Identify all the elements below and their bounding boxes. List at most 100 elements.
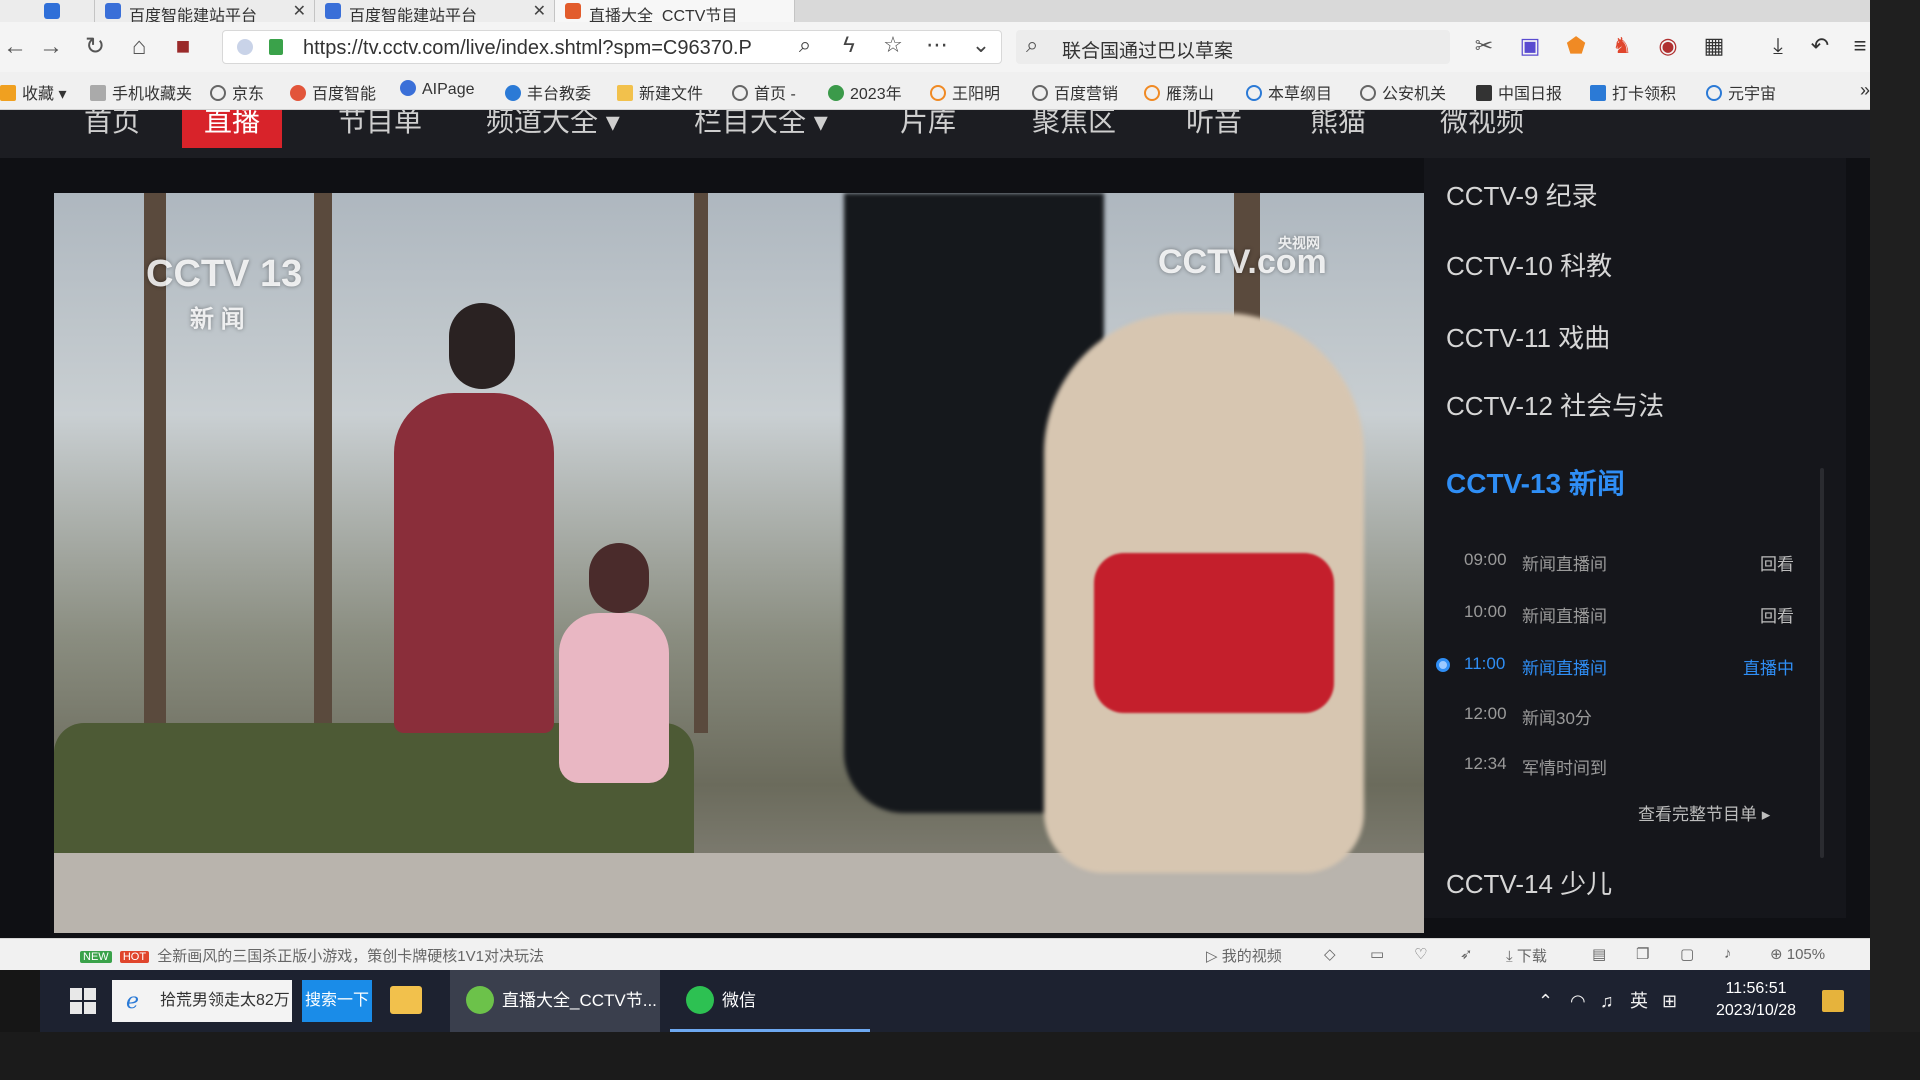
bookmark-item[interactable]: 中国日报 bbox=[1476, 80, 1562, 104]
apps-grid-icon[interactable]: ▦ bbox=[1700, 32, 1728, 60]
scissors-icon[interactable]: ✂ bbox=[1470, 32, 1498, 60]
ime-indicator[interactable]: 英 bbox=[1630, 970, 1648, 1032]
books-icon bbox=[828, 85, 844, 101]
chevron-down-icon[interactable]: ⌄ bbox=[966, 30, 996, 60]
nav-item[interactable]: 微视频 bbox=[1440, 110, 1524, 140]
home-icon[interactable]: ⌂ bbox=[124, 32, 154, 62]
bookmark-item[interactable]: 手机收藏夹 bbox=[90, 80, 192, 104]
taskbar-clock[interactable]: 11:56:51 2023/10/28 bbox=[1706, 978, 1806, 1022]
bookmark-item[interactable]: 首页 - bbox=[732, 80, 796, 104]
shield-icon[interactable]: ◇ bbox=[1324, 945, 1336, 963]
nav-item[interactable]: 片库 bbox=[900, 110, 956, 140]
close-icon[interactable]: ✕ bbox=[533, 1, 546, 21]
bookmark-item[interactable]: 本草纲目 bbox=[1246, 80, 1332, 104]
game-extension-icon[interactable]: ♞ bbox=[1608, 32, 1636, 60]
bookmark-item[interactable]: 新建文件 bbox=[617, 80, 703, 104]
channel-item[interactable]: CCTV-11 戏曲 bbox=[1446, 318, 1610, 355]
video-player[interactable]: CCTV 13 新 闻 CCTV.com 央视网 bbox=[54, 193, 1424, 933]
nav-item[interactable]: 节目单 bbox=[338, 110, 422, 140]
taskbar-search-field[interactable]: ℯ 拾荒男领走太82万 bbox=[112, 980, 292, 1022]
heart-icon[interactable]: ♡ bbox=[1414, 945, 1427, 963]
bookmark-item[interactable]: 丰台教委 bbox=[505, 80, 591, 104]
bookmark-item[interactable]: 雁荡山 bbox=[1144, 80, 1214, 104]
star-icon[interactable]: ☆ bbox=[878, 30, 908, 60]
schedule-scrollbar[interactable] bbox=[1820, 468, 1824, 858]
bookmark-item[interactable]: AIPage bbox=[400, 80, 474, 99]
news-text: 全新画风的三国杀正版小游戏，策创卡牌硬核1V1对决玩法 bbox=[157, 948, 544, 965]
bolt-icon[interactable]: ϟ bbox=[834, 30, 864, 60]
nav-item[interactable]: 栏目大全 ▾ bbox=[694, 110, 828, 140]
window-icon[interactable]: ▢ bbox=[1680, 945, 1694, 963]
notification-icon[interactable] bbox=[1822, 990, 1844, 1012]
schedule-row[interactable]: 12:00 新闻30分 bbox=[1464, 704, 1794, 734]
translate-extension-icon[interactable]: ▣ bbox=[1516, 32, 1544, 60]
more-icon[interactable]: ⋯ bbox=[922, 30, 952, 60]
schedule-row[interactable]: 10:00 新闻直播间 回看 bbox=[1464, 602, 1794, 632]
tab-favicon-icon bbox=[565, 3, 581, 19]
zoom-icon[interactable]: ⌕ bbox=[790, 30, 820, 60]
keyboard-icon[interactable]: ⊞ bbox=[1662, 970, 1677, 1032]
file-explorer-icon[interactable] bbox=[390, 986, 422, 1014]
copy-icon[interactable]: ❐ bbox=[1636, 945, 1649, 963]
tab-2[interactable]: 百度智能建站平台 ✕ bbox=[315, 0, 555, 22]
full-schedule-link[interactable]: 查看完整节目单 ▸ bbox=[1638, 800, 1770, 825]
wifi-icon[interactable]: ◠ bbox=[1570, 970, 1586, 1032]
bookmark-item[interactable]: 百度智能 bbox=[290, 80, 376, 104]
bookmark-item[interactable]: 王阳明 bbox=[930, 80, 1000, 104]
download-icon[interactable]: ⤓ bbox=[1764, 32, 1792, 60]
replay-link[interactable]: 回看 bbox=[1760, 550, 1794, 575]
reload-icon[interactable]: ↻ bbox=[80, 32, 110, 62]
star-icon bbox=[0, 85, 16, 101]
bag-extension-icon[interactable]: ◉ bbox=[1654, 32, 1682, 60]
download-status-button[interactable]: ⤓ 下载 bbox=[1506, 945, 1547, 966]
bookmark-item[interactable]: 百度营销 bbox=[1032, 80, 1118, 104]
printer-icon[interactable]: ▤ bbox=[1592, 945, 1606, 963]
schedule-row-live[interactable]: 11:00 新闻直播间 直播中 bbox=[1464, 654, 1794, 684]
replay-link[interactable]: 回看 bbox=[1760, 602, 1794, 627]
browser-app-icon-area[interactable] bbox=[0, 0, 95, 22]
image-icon[interactable]: ▭ bbox=[1370, 945, 1384, 963]
taskbar-app-wechat[interactable]: 微信 bbox=[670, 970, 870, 1032]
tray-chevron-up-icon[interactable]: ⌃ bbox=[1538, 970, 1553, 1032]
forward-arrow-icon[interactable]: → bbox=[36, 32, 66, 62]
nav-item[interactable]: 听音 bbox=[1186, 110, 1242, 140]
schedule-row[interactable]: 12:34 军情时间到 bbox=[1464, 754, 1794, 784]
nav-item[interactable]: 频道大全 ▾ bbox=[486, 110, 620, 140]
rocket-icon[interactable]: ➶ bbox=[1460, 945, 1473, 963]
schedule-title: 新闻直播间 bbox=[1522, 555, 1607, 574]
bookmark-item[interactable]: 公安机关 bbox=[1360, 80, 1446, 104]
close-icon[interactable]: ✕ bbox=[293, 1, 306, 21]
briefcase-icon[interactable]: ■ bbox=[168, 32, 198, 62]
channel-item-active[interactable]: CCTV-13 新闻 bbox=[1446, 462, 1625, 502]
nav-item-active[interactable]: 直播 bbox=[182, 110, 283, 148]
tree bbox=[314, 193, 332, 753]
zoom-level[interactable]: ⊕ 105% bbox=[1770, 945, 1825, 963]
channel-item[interactable]: CCTV-12 社会与法 bbox=[1446, 386, 1664, 423]
channel-item[interactable]: CCTV-9 纪录 bbox=[1446, 176, 1598, 213]
taskbar-search-button[interactable]: 搜索一下 bbox=[302, 980, 372, 1022]
my-video-button[interactable]: ▷ 我的视频 bbox=[1206, 945, 1282, 966]
nav-item[interactable]: 聚焦区 bbox=[1032, 110, 1116, 140]
tab-1[interactable]: 百度智能建站平台 ✕ bbox=[95, 0, 315, 22]
search-box[interactable]: ⌕ 联合国通过巴以草案 bbox=[1016, 30, 1450, 64]
back-arrow-icon[interactable]: ← bbox=[0, 32, 30, 62]
bookmark-item[interactable]: 2023年 bbox=[828, 80, 902, 104]
bookmark-item[interactable]: 元宇宙 bbox=[1706, 80, 1776, 104]
bookmarks-overflow-icon[interactable]: » bbox=[1860, 80, 1870, 101]
nav-item[interactable]: 首页 bbox=[84, 110, 140, 140]
windows-start-icon[interactable] bbox=[70, 988, 96, 1014]
shield-extension-icon[interactable]: ⬟ bbox=[1562, 32, 1590, 60]
taskbar-app-browser[interactable]: 直播大全_CCTV节... bbox=[450, 970, 660, 1032]
channel-item[interactable]: CCTV-10 科教 bbox=[1446, 246, 1612, 283]
channel-item[interactable]: CCTV-14 少儿 bbox=[1446, 864, 1612, 901]
bookmark-favorites[interactable]: 收藏 ▾ bbox=[0, 80, 67, 104]
nav-item[interactable]: 熊猫 bbox=[1310, 110, 1366, 140]
schedule-row[interactable]: 09:00 新闻直播间 回看 bbox=[1464, 550, 1794, 580]
volume-icon[interactable]: ♫ bbox=[1600, 970, 1614, 1032]
undo-icon[interactable]: ↶ bbox=[1806, 32, 1834, 60]
speaker-icon[interactable]: ♪ bbox=[1724, 945, 1732, 962]
news-ticker[interactable]: NEW HOT 全新画风的三国杀正版小游戏，策创卡牌硬核1V1对决玩法 bbox=[80, 945, 544, 966]
bookmark-item[interactable]: 打卡领积 bbox=[1590, 80, 1676, 104]
bookmark-item[interactable]: 京东 bbox=[210, 80, 264, 104]
tab-3-active[interactable]: 直播大全_CCTV节目 bbox=[555, 0, 795, 22]
